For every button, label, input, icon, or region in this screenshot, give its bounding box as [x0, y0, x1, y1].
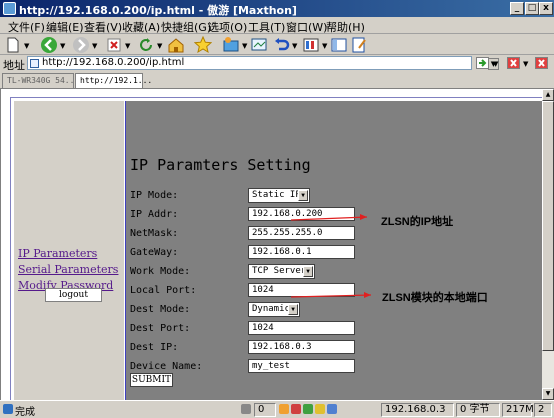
toolbar: ▼ ▼ ▼ ▼ ▼ ▼ ▼ ▼: [0, 34, 554, 55]
vertical-scrollbar[interactable]: ▲ ▼: [542, 89, 554, 400]
ip-arrow-head: [360, 214, 367, 220]
minimize-button[interactable]: _: [510, 2, 524, 15]
tab-count: 2: [534, 403, 552, 417]
annotation-arrows: [290, 214, 372, 298]
window-title: http://192.168.0.200/ip.html - 傲游 [Maxth…: [19, 4, 297, 17]
scroll-thumb[interactable]: [542, 101, 554, 351]
title-bar: http://192.168.0.200/ip.html - 傲游 [Maxth…: [0, 0, 554, 17]
port-arrow-head: [364, 292, 371, 298]
tab-bar: TL-WR340G 54... http://192.1...: [0, 71, 554, 89]
new-page-icon[interactable]: [4, 36, 22, 54]
image-icon[interactable]: [327, 404, 337, 414]
status-text: 完成: [15, 407, 35, 418]
menu-view[interactable]: 查看(V): [84, 19, 122, 35]
undo-dropdown-icon[interactable]: ▼: [292, 42, 297, 50]
go-icon[interactable]: [476, 57, 489, 69]
back-dropdown-icon[interactable]: ▼: [60, 42, 65, 50]
memory-usage: 217M: [502, 403, 534, 417]
refresh-dropdown-icon[interactable]: ▼: [157, 42, 162, 50]
tab-router[interactable]: TL-WR340G 54...: [2, 73, 79, 88]
status-bar: 完成 0 192.168.0.3 0 字节 217M 2: [0, 400, 554, 418]
popup-count: 0: [254, 403, 276, 417]
menu-tools[interactable]: 工具(T): [248, 19, 285, 35]
privacy-icon[interactable]: [279, 404, 289, 414]
close-button[interactable]: x: [539, 2, 553, 15]
port-arrow-line: [290, 294, 372, 298]
menu-groups[interactable]: 快捷组(G): [161, 19, 211, 35]
new-dropdown-icon[interactable]: ▼: [24, 42, 29, 50]
stop-icon[interactable]: [105, 36, 123, 54]
menu-favorites[interactable]: 收藏(A): [122, 19, 160, 35]
page-done-icon: [3, 404, 13, 414]
ip-arrow-line: [290, 216, 368, 221]
maximize-button[interactable]: □: [525, 2, 539, 15]
page-viewport: IP Parameters Serial Parameters Modify P…: [0, 89, 542, 400]
menu-window[interactable]: 窗口(W): [286, 19, 327, 35]
flash-icon[interactable]: [315, 404, 325, 414]
refresh-icon[interactable]: [137, 36, 155, 54]
columns-dropdown-icon[interactable]: ▼: [322, 42, 327, 50]
home-icon[interactable]: [167, 36, 185, 54]
columns-icon[interactable]: [302, 36, 320, 54]
close-all-icon[interactable]: [535, 57, 548, 69]
forward-icon[interactable]: [72, 36, 90, 54]
address-url[interactable]: http://192.168.0.200/ip.html: [42, 57, 184, 68]
connection-ip: 192.168.0.3: [381, 403, 454, 417]
forward-dropdown-icon[interactable]: ▼: [92, 42, 97, 50]
page-icon: [30, 59, 39, 68]
stop-dropdown-icon[interactable]: ▼: [125, 42, 130, 50]
address-bar: 地址 http://192.168.0.200/ip.html ▼ ▼ ▼: [0, 55, 554, 72]
script-icon[interactable]: [303, 404, 313, 414]
screen-icon[interactable]: [250, 36, 268, 54]
ad-block-icon[interactable]: [291, 404, 301, 414]
menu-edit[interactable]: 编辑(E): [46, 19, 84, 35]
close-dropdown-icon[interactable]: ▼: [523, 60, 528, 68]
menu-options[interactable]: 选项(O): [208, 19, 247, 35]
menu-file[interactable]: 文件(F): [8, 19, 45, 35]
go-dropdown-icon[interactable]: ▼: [493, 60, 498, 68]
scroll-down-icon[interactable]: ▼: [542, 388, 554, 400]
port-annotation: ZLSN模块的本地端口: [382, 292, 488, 304]
menu-help[interactable]: 帮助(H): [326, 19, 365, 35]
address-input[interactable]: http://192.168.0.200/ip.html ▼: [27, 56, 499, 70]
maxthon-app-icon: [3, 2, 16, 15]
notes-icon[interactable]: [350, 36, 368, 54]
group-dropdown-icon[interactable]: ▼: [242, 42, 247, 50]
scroll-up-icon[interactable]: ▲: [542, 89, 554, 101]
tab-ip-page[interactable]: http://192.1...: [75, 73, 152, 88]
undo-icon[interactable]: [273, 36, 291, 54]
back-icon[interactable]: [40, 36, 58, 54]
popup-icon[interactable]: [241, 404, 251, 414]
close-tab-icon[interactable]: [507, 57, 520, 69]
favorites-star-icon[interactable]: [194, 36, 212, 54]
ip-annotation: ZLSN的IP地址: [381, 216, 454, 228]
bytes-downloaded: 0 字节: [456, 403, 500, 417]
sidebar-icon[interactable]: [330, 36, 348, 54]
group-icon[interactable]: [222, 36, 240, 54]
menu-bar: 文件(F) 编辑(E) 查看(V) 收藏(A) 快捷组(G) 选项(O) 工具(…: [0, 17, 554, 34]
